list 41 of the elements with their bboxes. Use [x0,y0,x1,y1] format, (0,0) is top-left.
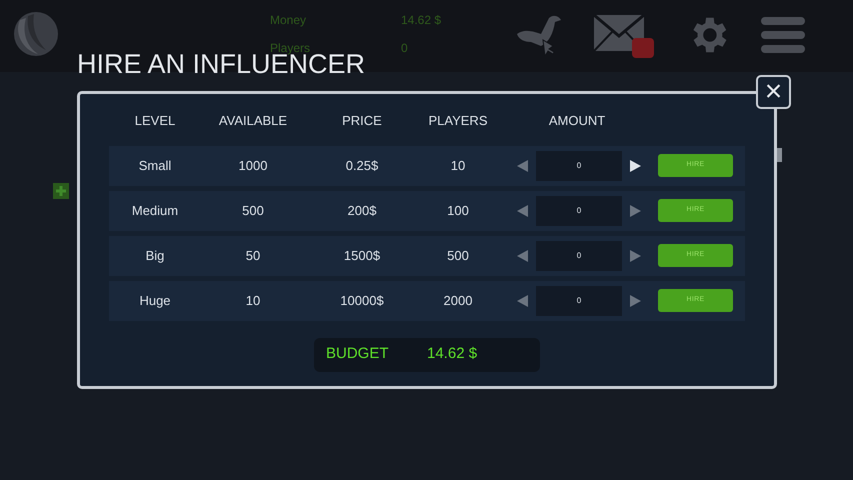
level-cell-text: Big [144,246,166,265]
amount-field[interactable]: 0 [536,196,622,226]
available-cell-text: 1000 [238,156,268,175]
stat-label: Money [270,13,308,27]
menu-icon[interactable] [761,15,805,55]
available-cell-text: 10 [244,292,262,310]
mail-icon[interactable] [593,14,645,52]
price-cell-text: 0.25$ [344,156,380,175]
price-cell-text: 10000$ [339,292,385,310]
decrease-arrow-icon[interactable] [517,250,528,262]
decrease-arrow-icon[interactable] [517,294,528,306]
budget-label: BUDGET [326,344,390,364]
stat-value: 14.62 $ [401,13,442,27]
column-header: PLAYERS [427,112,488,130]
decrease-arrow-icon[interactable] [517,160,528,172]
players-cell-text: 10 [450,156,466,175]
level-cell-text: Medium [130,202,180,220]
column-header: AMOUNT [548,112,606,130]
increase-arrow-icon[interactable] [630,160,641,172]
globe-logo-icon [12,10,60,58]
players-cell-text: 100 [446,202,470,220]
amount-field[interactable]: 0 [536,286,622,316]
column-header: AVAILABLE [218,112,288,130]
level-cell-text: Huge [138,292,172,310]
available-cell-text: 500 [241,202,265,220]
column-header: PRICE [341,112,383,130]
amount-field[interactable]: 0 [536,240,622,270]
plus-icon [53,183,69,199]
column-header: LEVEL [134,112,176,130]
close-button[interactable]: × [756,75,791,109]
stat-value: 0 [401,41,408,55]
available-cell-text: 50 [244,246,262,265]
price-cell-text: 1500$ [342,246,382,265]
price-cell-text: 200$ [346,202,378,220]
amount-field[interactable]: 0 [536,150,622,180]
players-cell-text: 500 [446,246,470,265]
level-cell-text: Small [138,156,172,175]
budget-value: 14.62 $ [427,344,478,364]
stat-label: Players [270,41,310,55]
decrease-arrow-icon[interactable] [517,204,528,216]
players-cell-text: 2000 [442,292,474,310]
